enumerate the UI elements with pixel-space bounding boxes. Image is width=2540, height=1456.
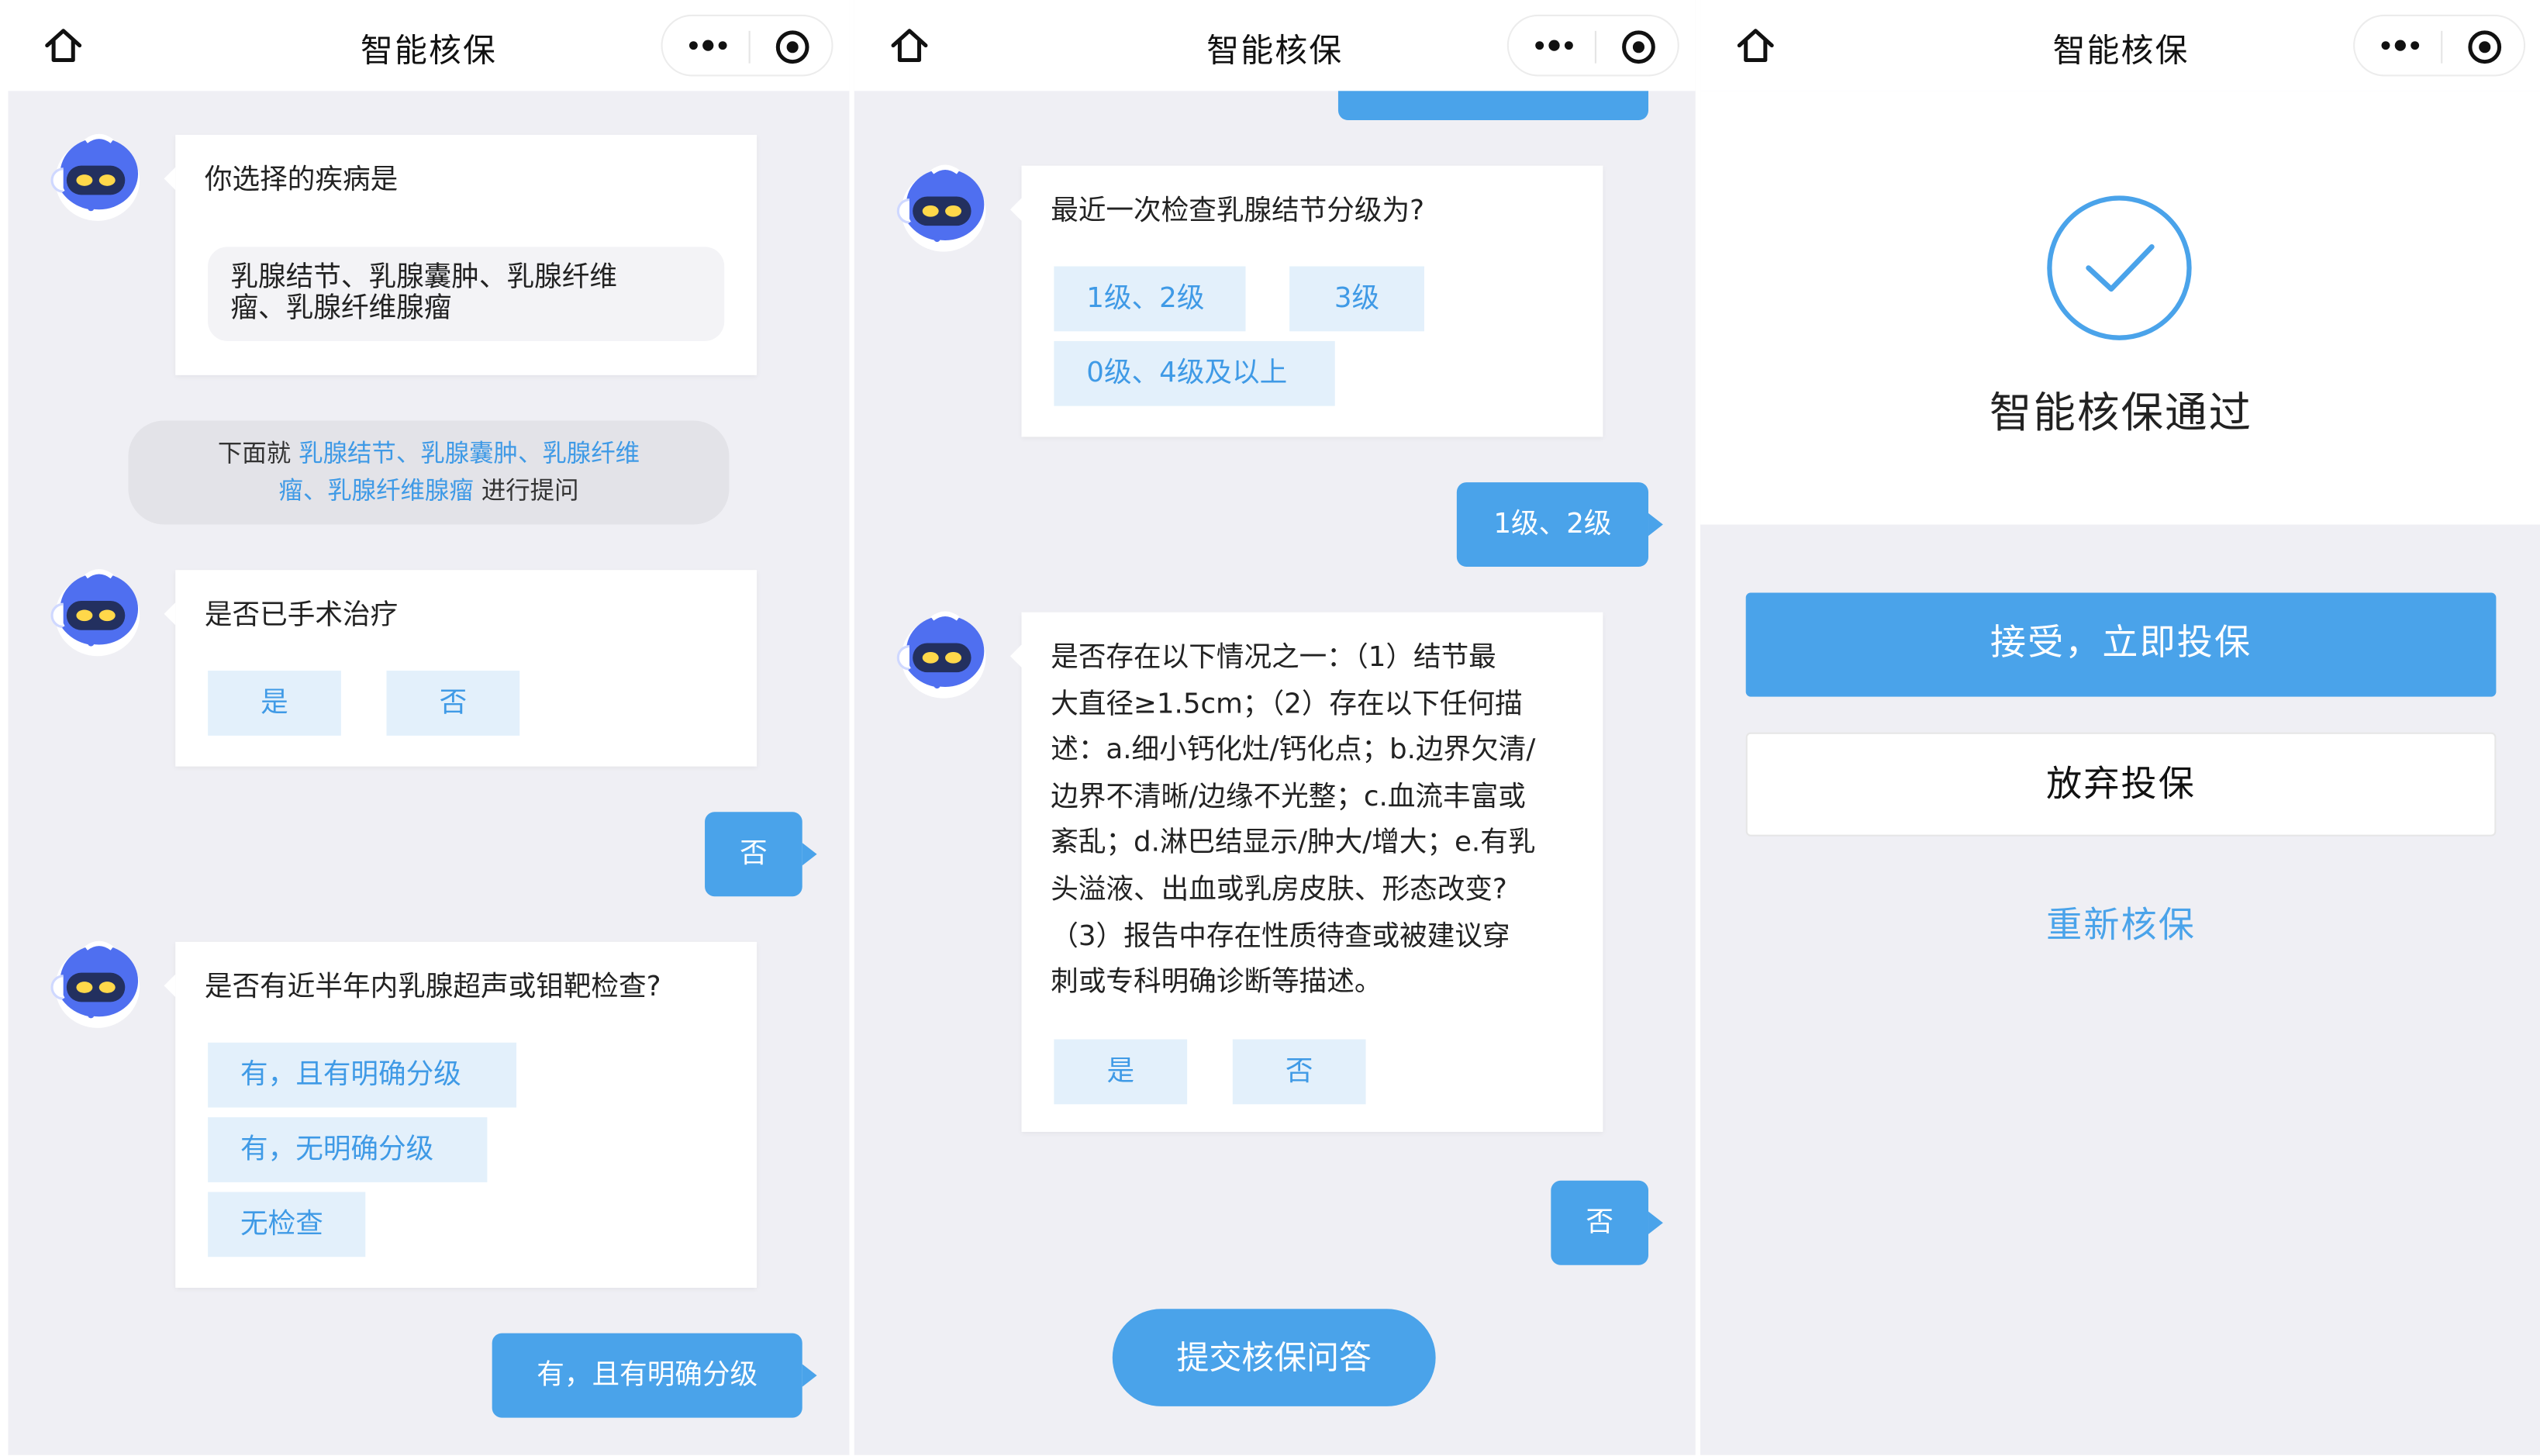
user-reply-exam: 有，且有明确分级 [492, 1333, 817, 1418]
notice-suffix: 进行提问 [481, 475, 579, 505]
capsule-divider [1594, 30, 1596, 64]
option-graded-button[interactable]: 有，且有明确分级 [208, 1042, 517, 1108]
question-text: 最近一次检查乳腺结节分级为? [1051, 195, 1425, 228]
question-text: 是否有近半年内乳腺超声或钼靶检查? [204, 971, 661, 1004]
redo-underwriting-link[interactable]: 重新核保 [1700, 896, 2540, 948]
option-grade-0-4-button[interactable]: 0级、4级及以上 [1054, 340, 1335, 406]
question-text: 是否存在以下情况之一：（1）结节最 大直径≥1.5cm；（2）存在以下任何描 述… [1051, 635, 1535, 1006]
option-yes-button[interactable]: 是 [1054, 1039, 1188, 1105]
robot-avatar-icon [50, 133, 140, 221]
user-reply-grade: 1级、2级 [1456, 482, 1663, 568]
capsule-divider [2441, 30, 2443, 64]
more-dots-icon[interactable] [685, 31, 731, 60]
user-reply-conditions: 否 [1551, 1180, 1663, 1265]
question-line: 大直径≥1.5cm；（2）存在以下任何描 [1051, 688, 1523, 721]
chat-panel-1: 智能核保 你选择的疾病是 乳腺结节、乳腺囊肿、乳腺纤维 瘤、乳腺纤维腺瘤 下面就… [8, 0, 850, 1455]
target-circle-icon[interactable] [2467, 29, 2503, 65]
question-line: 紊乱；d.淋巴结显示/肿大/增大；e.有乳 [1051, 826, 1536, 860]
notice-line-1: 下面就 乳腺结节、乳腺囊肿、乳腺纤维 [128, 435, 729, 472]
check-circle-icon [2047, 195, 2192, 340]
question-card-grade: 最近一次检查乳腺结节分级为? 1级、2级 3级 0级、4级及以上 [1009, 165, 1603, 437]
question-text: 是否已手术治疗 [204, 599, 399, 632]
robot-avatar-icon [896, 164, 986, 252]
result-panel: 智能核保 智能核保通过 接受，立即投保 放弃投保 重新核保 [1700, 0, 2540, 1455]
capsule-divider [748, 30, 751, 64]
option-no-button[interactable]: 否 [1232, 1039, 1366, 1105]
result-text: 智能核保通过 [1989, 389, 2253, 439]
mini-program-capsule [2353, 14, 2526, 77]
robot-avatar-icon [50, 569, 140, 657]
question-card-surgery: 是否已手术治疗 是 否 [164, 570, 758, 767]
selected-diseases-line-2: 瘤、乳腺纤维腺瘤 [230, 292, 452, 325]
question-card-disease: 你选择的疾病是 乳腺结节、乳腺囊肿、乳腺纤维 瘤、乳腺纤维腺瘤 [164, 134, 758, 375]
notice-line-2: 瘤、乳腺纤维腺瘤 进行提问 [128, 473, 729, 510]
robot-avatar-icon [50, 940, 140, 1028]
nav-bar: 智能核保 [1700, 0, 2540, 91]
more-dots-icon[interactable] [1531, 31, 1577, 60]
question-card-conditions: 是否存在以下情况之一：（1）结节最 大直径≥1.5cm；（2）存在以下任何描 述… [1009, 612, 1603, 1132]
mini-program-capsule [661, 14, 833, 77]
question-line: 刺或专科明确诊断等描述。 [1051, 966, 1382, 999]
abandon-insure-button[interactable]: 放弃投保 [1745, 732, 2497, 837]
selected-diseases: 乳腺结节、乳腺囊肿、乳腺纤维 瘤、乳腺纤维腺瘤 [208, 247, 725, 341]
option-yes-button[interactable]: 是 [208, 671, 341, 736]
target-circle-icon[interactable] [775, 29, 810, 65]
question-line: （3）报告中存在性质待查或被建议穿 [1051, 919, 1510, 953]
question-line: 头溢液、出血或乳房皮肤、形态改变? [1051, 873, 1507, 906]
system-notice: 下面就 乳腺结节、乳腺囊肿、乳腺纤维 瘤、乳腺纤维腺瘤 进行提问 [128, 420, 730, 525]
accept-insure-button[interactable]: 接受，立即投保 [1745, 592, 2497, 697]
question-line: 边界不清晰/边缘不光整；c.血流丰富或 [1051, 781, 1526, 813]
option-grade-3-button[interactable]: 3级 [1289, 266, 1424, 332]
nav-bar: 智能核保 [854, 0, 1696, 91]
option-no-button[interactable]: 否 [386, 671, 520, 736]
more-dots-icon[interactable] [2377, 31, 2423, 60]
chat-panel-2: 智能核保 最近一次检查乳腺结节分级为? 1级、2级 3级 0级、4级及以上 1级… [854, 0, 1696, 1455]
user-reply-surgery: 否 [705, 812, 817, 897]
notice-prefix: 下面就 [217, 438, 292, 468]
option-no-exam-button[interactable]: 无检查 [208, 1192, 366, 1258]
nav-bar: 智能核保 [8, 0, 850, 91]
notice-diseases-line-1: 乳腺结节、乳腺囊肿、乳腺纤维 [299, 438, 640, 468]
question-text: 你选择的疾病是 [204, 164, 399, 197]
option-ungraded-button[interactable]: 有，无明确分级 [208, 1117, 488, 1182]
mini-program-capsule [1506, 14, 1679, 77]
notice-diseases-line-2: 瘤、乳腺纤维腺瘤 [278, 475, 474, 505]
question-line: 述：a.细小钙化灶/钙化点；b.边界欠清/ [1051, 734, 1536, 768]
selected-diseases-line-1: 乳腺结节、乳腺囊肿、乳腺纤维 [230, 261, 617, 295]
question-line: 是否存在以下情况之一：（1）结节最 [1051, 641, 1496, 675]
robot-avatar-icon [896, 611, 986, 699]
option-grade-1-2-button[interactable]: 1级、2级 [1054, 266, 1246, 332]
submit-answers-button[interactable]: 提交核保问答 [1112, 1309, 1436, 1406]
target-circle-icon[interactable] [1620, 29, 1656, 65]
question-card-exam: 是否有近半年内乳腺超声或钼靶检查? 有，且有明确分级 有，无明确分级 无检查 [164, 941, 758, 1289]
result-header: 智能核保通过 [1700, 91, 2540, 525]
